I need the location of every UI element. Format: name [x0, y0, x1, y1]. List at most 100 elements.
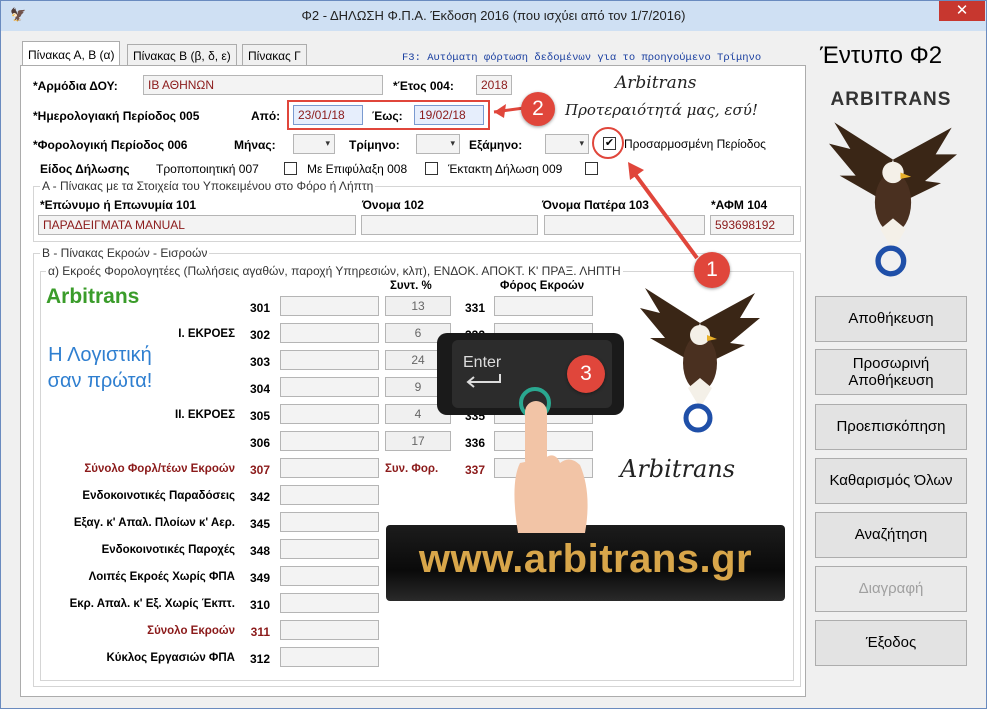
other-amount-field[interactable]	[280, 512, 379, 532]
brand-logo-text: ARBITRANS	[830, 89, 952, 110]
output-amount-field[interactable]	[280, 323, 379, 343]
reserved-label: Με Επιφύλαξη 008	[307, 162, 408, 176]
name-field[interactable]	[361, 215, 538, 235]
tax-column-header: Φόρος Εκροών	[500, 280, 585, 292]
extraordinary-label: Έκτακτη Δήλωση 009	[448, 162, 563, 176]
from-label: Από:	[251, 109, 281, 123]
row-code: 305	[249, 409, 270, 423]
other-row-code: 348	[249, 544, 270, 558]
chevron-down-icon: ▾	[450, 138, 455, 148]
tax-amount-field[interactable]	[494, 296, 593, 316]
other-amount-field[interactable]	[280, 566, 379, 586]
other-amount-field[interactable]	[280, 539, 379, 559]
semester-label: Εξάμηνο:	[469, 138, 523, 152]
tab-table-c[interactable]: Πίνακας Γ	[242, 44, 307, 66]
clear-all-button[interactable]: Καθαρισμός Όλων	[815, 458, 967, 504]
other-row-label: Ενδοκοινοτικές Παραδόσεις	[82, 490, 235, 502]
tax-code: 336	[464, 436, 485, 450]
turnover-field	[280, 647, 379, 667]
callout-2: 2	[521, 92, 555, 126]
tax-code: 331	[464, 301, 485, 315]
other-row-code: 342	[249, 490, 270, 504]
total-outputs-code: 311	[250, 625, 270, 639]
preview-button[interactable]: Προεπισκόπηση	[815, 404, 967, 450]
f3-hint: F3: Αυτόματη φόρτωση δεδομένων για το πρ…	[402, 52, 762, 64]
outputs-group-title: Β - Πίνακας Εκροών - Εισροών	[40, 246, 210, 260]
row-code: 304	[249, 382, 270, 396]
script-brand: Arbitrans	[615, 73, 697, 93]
row-code: 302	[249, 328, 270, 342]
tab-table-a-b[interactable]: Πίνακας Α, Β (α)	[22, 41, 121, 66]
amending-label: Τροποποιητική 007	[156, 162, 259, 176]
turnover-code: 312	[249, 652, 270, 666]
father-name-label: Όνομα Πατέρα 103	[542, 198, 649, 212]
month-label: Μήνας:	[234, 138, 276, 152]
window-title: Φ2 - ΔΗΛΩΣΗ Φ.Π.Α. Έκδοση 2016 (που ισχύ…	[301, 8, 686, 23]
callout-3: 3	[567, 355, 605, 393]
output-amount-field[interactable]	[280, 296, 379, 316]
pointing-finger-icon	[514, 387, 588, 533]
other-amount-field[interactable]	[280, 593, 379, 613]
doy-field[interactable]: ΙΒ ΑΘΗΝΩΝ	[143, 75, 383, 95]
search-button[interactable]: Αναζήτηση	[815, 512, 967, 558]
period-label: *Ημερολογιακή Περίοδος 005	[33, 109, 200, 123]
to-label: Έως:	[372, 109, 403, 123]
extraordinary-checkbox[interactable]	[585, 162, 598, 175]
rate-field: 17	[385, 431, 451, 451]
output-amount-field[interactable]	[280, 377, 379, 397]
semester-select[interactable]: ▾	[545, 134, 589, 154]
total-outputs-label: Σύνολο Εκροών	[147, 625, 235, 637]
other-row-label: Λοιπές Εκροές Χωρίς ΦΠΑ	[88, 571, 235, 583]
slogan-text: Η Λογιστική σαν πρώτα!	[47, 344, 153, 392]
tab-table-b[interactable]: Πίνακας Β (β, δ, ε)	[127, 44, 237, 66]
other-row-code: 310	[249, 598, 270, 612]
year-label: *Έτος 004:	[393, 79, 454, 93]
output-amount-field[interactable]	[280, 431, 379, 451]
total-taxable-field	[280, 458, 379, 478]
form-title: Έντυπο Φ2	[820, 42, 943, 69]
quarter-label: Τρίμηνο:	[349, 138, 400, 152]
afm-field[interactable]: 593698192	[710, 215, 794, 235]
row-label: Ι. ΕΚΡΟΕΣ	[178, 328, 235, 340]
taxable-outputs-title: α) Εκροές Φορολογητέες (Πωλήσεις αγαθών,…	[46, 264, 623, 278]
reserved-checkbox[interactable]	[425, 162, 438, 175]
eagle-logo-image	[829, 122, 957, 277]
to-date-field[interactable]: 19/02/18	[414, 105, 484, 125]
from-date-field[interactable]: 23/01/18	[293, 105, 363, 125]
row-label: ΙΙ. ΕΚΡΟΕΣ	[175, 409, 235, 421]
other-row-code: 349	[249, 571, 270, 585]
eagle-image	[640, 288, 760, 433]
website-text: www.arbitrans.gr	[418, 537, 753, 581]
other-row-label: Εκρ. Απαλ. κ' Εξ. Χωρίς Έκπτ.	[69, 598, 235, 610]
other-row-code: 345	[249, 517, 270, 531]
temp-save-button[interactable]: Προσωρινή Αποθήκευση	[815, 349, 967, 395]
other-row-label: Ενδοκοινοτικές Παροχές	[101, 544, 235, 556]
rate-field: 13	[385, 296, 451, 316]
surname-field[interactable]: ΠΑΡΑΔΕΙΓΜΑΤΑ MANUAL	[38, 215, 356, 235]
year-field[interactable]: 2018	[476, 75, 512, 95]
surname-label: *Επώνυμο ή Επωνυμία 101	[40, 198, 197, 212]
callout-1: 1	[694, 252, 730, 288]
adjusted-period-checkbox[interactable]: ✔	[603, 137, 616, 150]
other-amount-field[interactable]	[280, 485, 379, 505]
decl-type-label: Είδος Δήλωσης	[40, 162, 130, 176]
enter-key-label: Enter	[463, 354, 502, 371]
quarter-select[interactable]: ▾	[416, 134, 460, 154]
output-amount-field[interactable]	[280, 350, 379, 370]
father-name-field[interactable]	[544, 215, 705, 235]
tax-period-label: *Φορολογική Περίοδος 006	[33, 138, 188, 152]
name-label: Όνομα 102	[362, 198, 424, 212]
chevron-down-icon: ▾	[579, 138, 584, 148]
close-button[interactable]: ✕	[939, 1, 985, 21]
rate-column-header: Συντ. %	[390, 280, 432, 292]
amending-checkbox[interactable]	[284, 162, 297, 175]
total-taxable-code: 307	[249, 463, 270, 477]
total-outputs-field	[280, 620, 379, 640]
save-button[interactable]: Αποθήκευση	[815, 296, 967, 342]
taxpayer-group-title: Α - Πίνακας με τα Στοιχεία του Υποκειμέν…	[40, 179, 376, 193]
month-select[interactable]: ▾	[293, 134, 335, 154]
row-code: 306	[249, 436, 270, 450]
exit-button[interactable]: Έξοδος	[815, 620, 967, 666]
total-tax-code: 337	[464, 463, 485, 477]
output-amount-field[interactable]	[280, 404, 379, 424]
